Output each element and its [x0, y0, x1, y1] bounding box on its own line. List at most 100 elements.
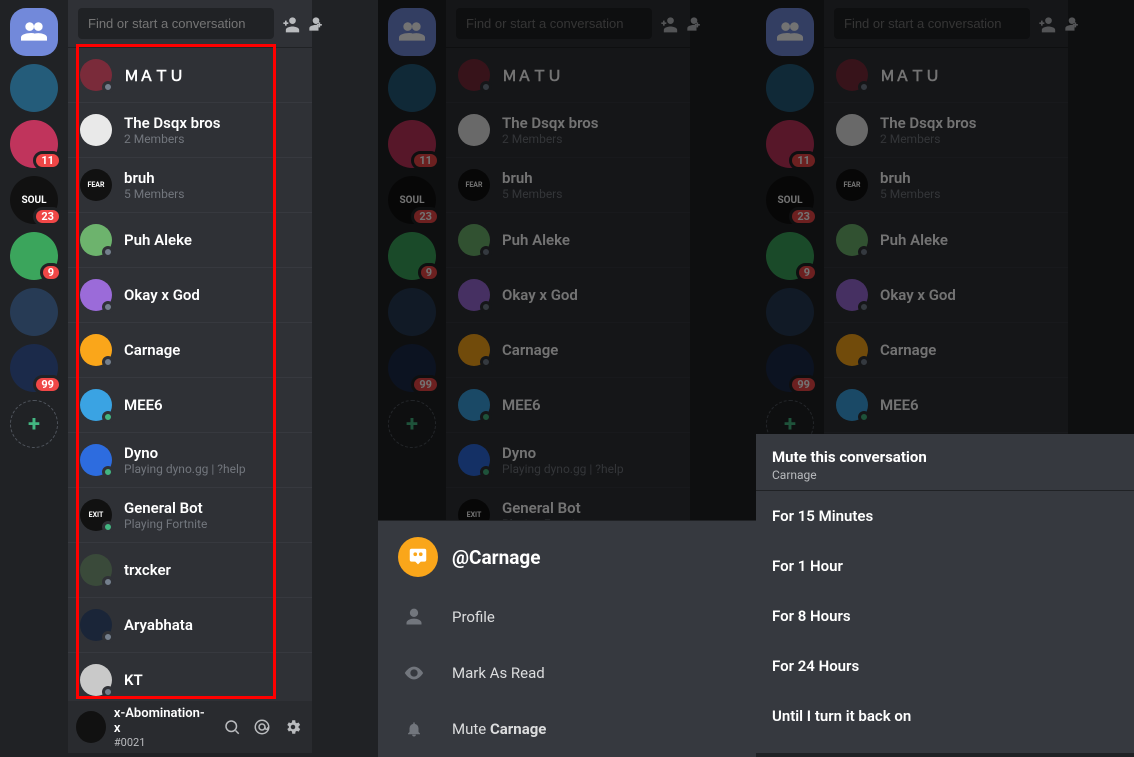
conversation-name: bruh [502, 169, 562, 187]
conversation-subtext: 2 Members [502, 132, 599, 146]
guild-item[interactable]: 99 [388, 344, 436, 392]
conversation-subtext: Playing dyno.gg | ?help [502, 462, 624, 476]
search-input[interactable] [78, 8, 274, 39]
guild-item[interactable]: 9 [766, 232, 814, 280]
add-friend-icon[interactable] [306, 12, 326, 36]
mute-option[interactable]: For 15 Minutes [756, 491, 1134, 541]
settings-gear-icon[interactable] [282, 715, 304, 739]
conversation-item[interactable]: MEE6 [68, 378, 312, 433]
status-dot [102, 301, 114, 313]
conversation-name: General Bot [124, 499, 207, 517]
conversation-item[interactable]: DynoPlaying dyno.gg | ?help [68, 433, 312, 488]
conversation-item[interactable]: The Dsqx bros2 Members [68, 103, 312, 158]
guild-item[interactable]: 11 [766, 120, 814, 168]
conversation-avatar [458, 279, 490, 311]
conversation-item[interactable]: EXITGeneral BotPlaying Fortnite [68, 488, 312, 543]
conversation-item[interactable]: Puh Aleke [68, 213, 312, 268]
conversation-item[interactable]: Carnage [824, 323, 1068, 378]
conversation-avatar [836, 59, 868, 91]
guild-item[interactable] [10, 64, 58, 112]
guild-home[interactable] [10, 8, 58, 56]
guild-badge: 99 [33, 375, 62, 394]
context-item-profile[interactable]: Profile [378, 589, 756, 645]
status-dot [858, 411, 870, 423]
add-friend-icon[interactable] [1062, 12, 1082, 36]
conversation-name: trxcker [124, 561, 171, 579]
conversation-item[interactable]: FEARbruh5 Members [824, 158, 1068, 213]
guild-add[interactable]: + [388, 400, 436, 448]
guild-item[interactable]: SOUL23 [766, 176, 814, 224]
mute-option[interactable]: For 1 Hour [756, 541, 1134, 591]
mute-option[interactable]: Until I turn it back on [756, 691, 1134, 741]
guild-add[interactable]: + [10, 400, 58, 448]
conversation-avatar: EXIT [80, 499, 112, 531]
conversation-name: Okay x God [124, 286, 200, 304]
self-username: x-Abomination-x [114, 706, 205, 736]
status-dot [480, 81, 492, 93]
mute-option[interactable]: For 24 Hours [756, 641, 1134, 691]
status-dot [858, 81, 870, 93]
conversation-item[interactable]: MEE6 [824, 378, 1068, 433]
conversation-item[interactable]: Okay x God [68, 268, 312, 323]
context-title: @Carnage [452, 546, 541, 569]
status-dot [858, 246, 870, 258]
mute-option[interactable]: For 8 Hours [756, 591, 1134, 641]
conversation-item[interactable]: ＭＡＴＵ [446, 48, 690, 103]
self-avatar[interactable] [76, 711, 106, 743]
guild-item[interactable]: SOUL23 [388, 176, 436, 224]
search-input[interactable] [834, 8, 1030, 39]
guild-item[interactable]: SOUL23 [10, 176, 58, 224]
guild-item[interactable] [388, 64, 436, 112]
guild-item[interactable]: 11 [10, 120, 58, 168]
status-dot [480, 411, 492, 423]
new-group-dm-icon[interactable] [280, 12, 300, 36]
conversation-item[interactable]: The Dsqx bros2 Members [824, 103, 1068, 158]
conversation-name: The Dsqx bros [880, 114, 977, 132]
conversation-name: MEE6 [880, 396, 919, 414]
mentions-icon[interactable] [251, 715, 273, 739]
guild-home[interactable] [766, 8, 814, 56]
conversation-item[interactable]: trxcker [68, 543, 312, 598]
status-dot [102, 686, 114, 698]
conversation-item[interactable]: ＭＡＴＵ [824, 48, 1068, 103]
conversation-item[interactable]: ＭＡＴＵ [68, 48, 312, 103]
conversation-item[interactable]: Okay x God [824, 268, 1068, 323]
conversation-item[interactable]: DynoPlaying dyno.gg | ?help [446, 433, 690, 488]
guild-item[interactable]: 99 [766, 344, 814, 392]
new-group-dm-icon[interactable] [658, 12, 678, 36]
conversation-item[interactable]: The Dsqx bros2 Members [446, 103, 690, 158]
conversation-item[interactable]: Okay x God [446, 268, 690, 323]
conversation-item[interactable]: MEE6 [446, 378, 690, 433]
guild-item[interactable]: 9 [388, 232, 436, 280]
add-friend-icon[interactable] [684, 12, 704, 36]
guild-item[interactable] [10, 288, 58, 336]
conversation-name: The Dsqx bros [124, 114, 221, 132]
conversation-item[interactable]: KT [68, 653, 312, 701]
conversation-item[interactable]: Aryabhata [68, 598, 312, 653]
guild-badge: 99 [789, 375, 818, 394]
conversation-item[interactable]: FEARbruh5 Members [446, 158, 690, 213]
conversation-item[interactable]: Carnage [446, 323, 690, 378]
status-dot [102, 466, 114, 478]
search-input[interactable] [456, 8, 652, 39]
guild-item[interactable] [388, 288, 436, 336]
conversation-item[interactable]: Puh Aleke [446, 213, 690, 268]
conversation-item[interactable]: Carnage [68, 323, 312, 378]
mute-mic-icon[interactable] [221, 715, 243, 739]
context-item-mute-carnage[interactable]: Mute Carnage [378, 701, 756, 757]
conversation-avatar [80, 59, 112, 91]
guild-column: 11SOUL23999+ [0, 0, 68, 753]
guild-item[interactable]: 9 [10, 232, 58, 280]
guild-item[interactable] [766, 288, 814, 336]
context-item-label: Profile [452, 608, 495, 626]
guild-item[interactable] [766, 64, 814, 112]
new-group-dm-icon[interactable] [1036, 12, 1056, 36]
conversation-name: Okay x God [880, 286, 956, 304]
guild-item[interactable]: 11 [388, 120, 436, 168]
mute-title: Mute this conversation [772, 448, 1118, 466]
guild-item[interactable]: 99 [10, 344, 58, 392]
conversation-item[interactable]: FEARbruh5 Members [68, 158, 312, 213]
guild-home[interactable] [388, 8, 436, 56]
context-item-mark-as-read[interactable]: Mark As Read [378, 645, 756, 701]
conversation-item[interactable]: Puh Aleke [824, 213, 1068, 268]
